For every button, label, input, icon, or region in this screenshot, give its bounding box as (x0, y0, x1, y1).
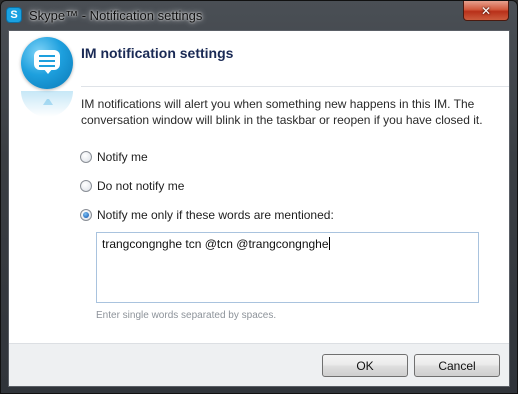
page-title: IM notification settings (81, 45, 234, 61)
radio-notify-me[interactable]: Notify me (80, 150, 148, 164)
keywords-hint: Enter single words separated by spaces. (96, 310, 277, 321)
radio-label: Notify me only if these words are mentio… (97, 208, 334, 222)
dialog-body: IM notification settings IM notification… (8, 30, 510, 387)
chat-bubble-icon-reflection (21, 91, 73, 117)
radio-button[interactable] (80, 151, 92, 163)
keywords-value: trangcongnghe tcn @tcn @trangcongnghe (102, 237, 329, 251)
radio-button-selected[interactable] (80, 209, 92, 221)
radio-do-not-notify[interactable]: Do not notify me (80, 179, 184, 193)
keywords-input[interactable]: trangcongnghe tcn @tcn @trangcongnghe (96, 232, 479, 303)
radio-label: Notify me (97, 150, 148, 164)
radio-notify-keywords[interactable]: Notify me only if these words are mentio… (80, 208, 334, 222)
chat-bubble-icon (21, 37, 73, 89)
window-title: Skype™ - Notification settings (29, 8, 203, 23)
cancel-button[interactable]: Cancel (414, 354, 500, 377)
divider (81, 86, 509, 87)
close-button[interactable]: ✕ (463, 1, 509, 21)
ok-button[interactable]: OK (322, 354, 408, 377)
description-text: IM notifications will alert you when som… (81, 97, 483, 127)
notification-settings-window: S Skype™ - Notification settings ✕ IM no… (0, 0, 518, 394)
close-icon: ✕ (480, 3, 492, 18)
button-bar: OK Cancel (9, 343, 509, 386)
radio-label: Do not notify me (97, 179, 185, 193)
text-caret (328, 237, 330, 250)
title-bar[interactable]: S Skype™ - Notification settings ✕ (1, 1, 517, 29)
skype-icon: S (6, 7, 22, 23)
radio-button[interactable] (80, 180, 92, 192)
